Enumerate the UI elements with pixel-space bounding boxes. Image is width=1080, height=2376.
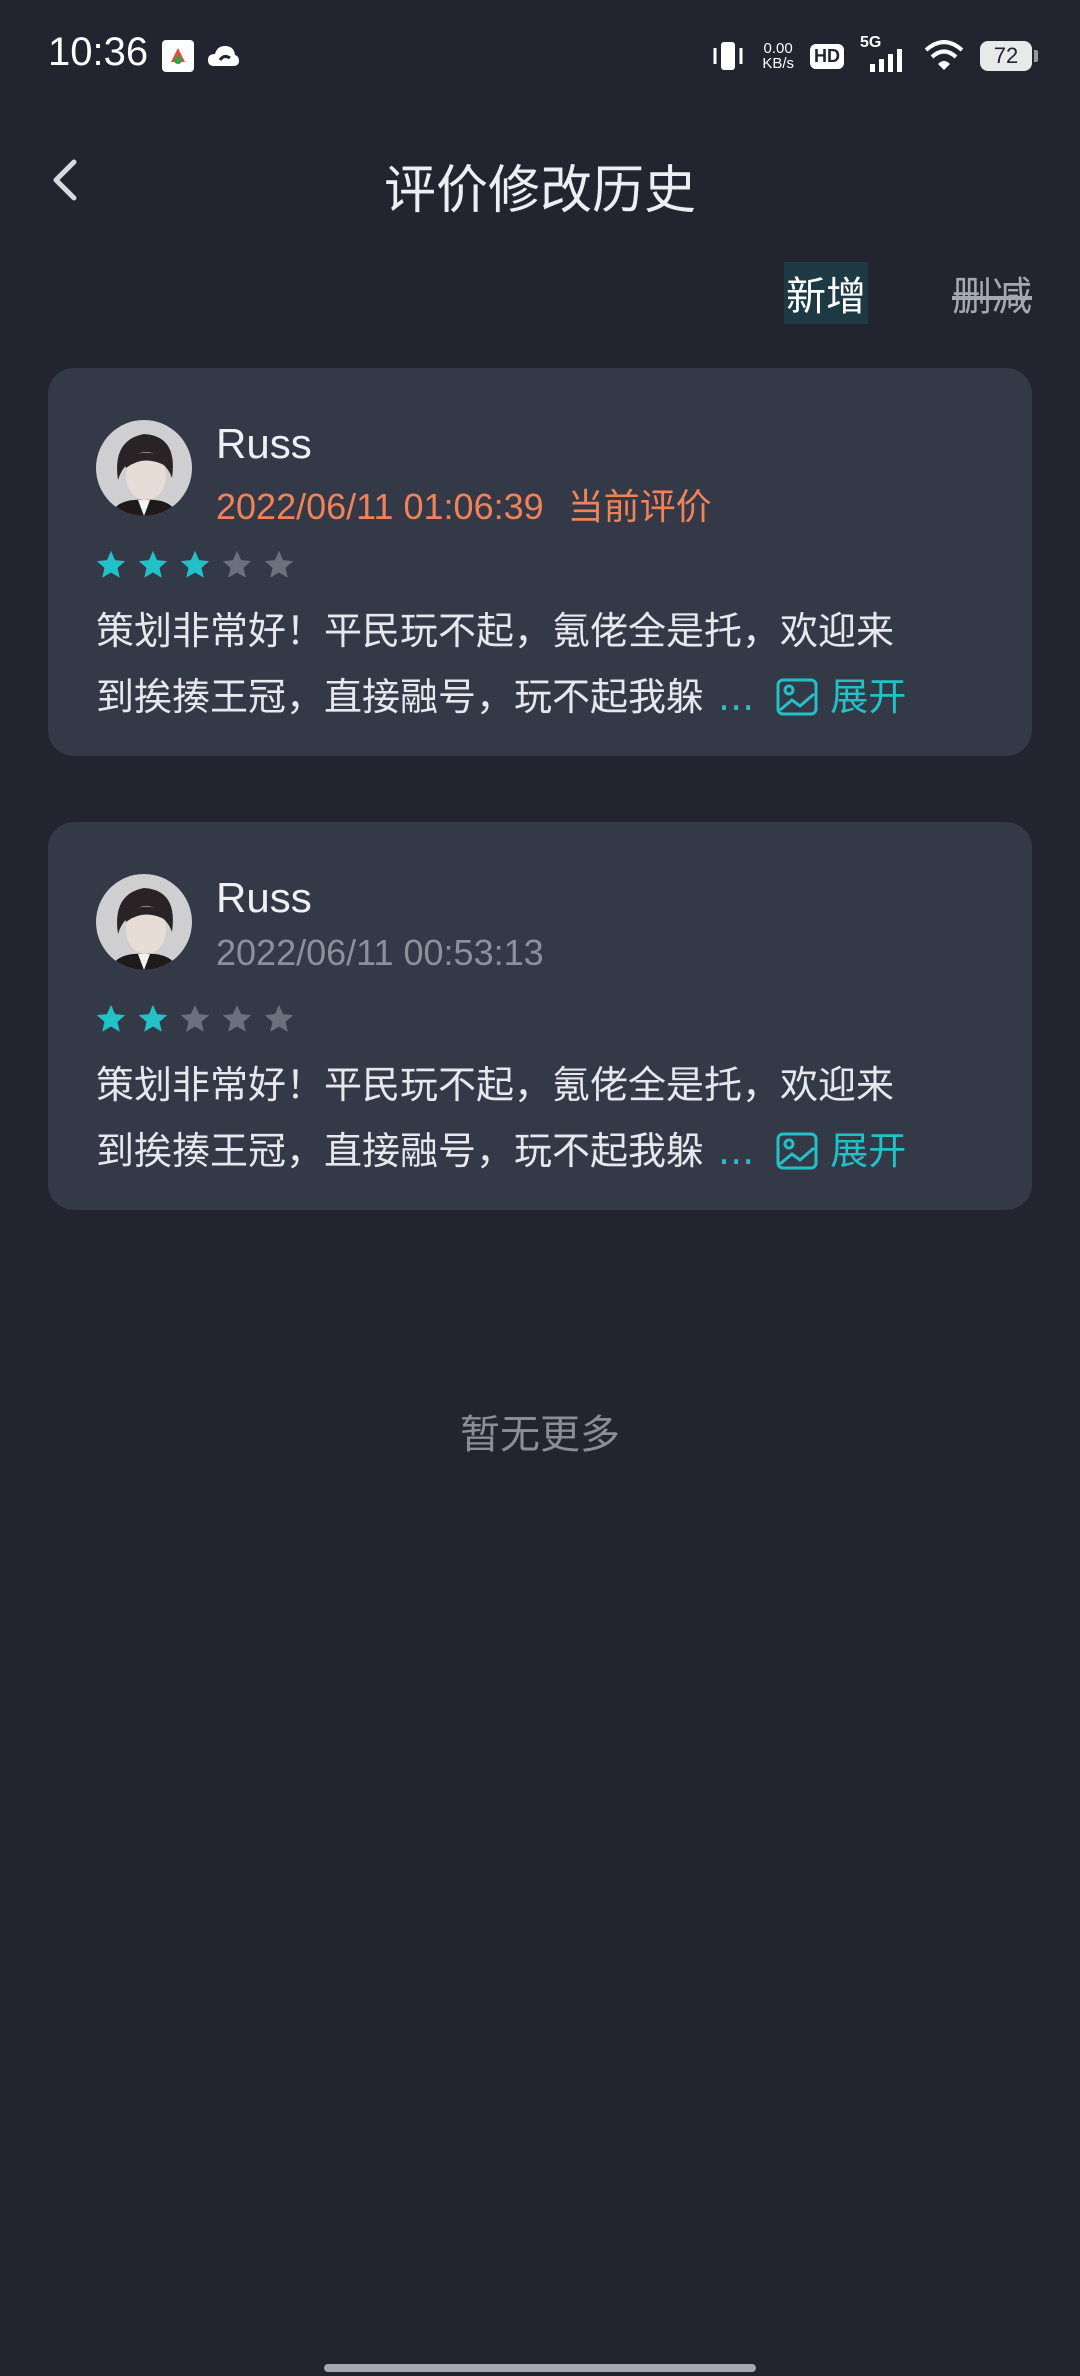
home-indicator[interactable] xyxy=(324,2364,756,2372)
ellipsis: ... xyxy=(718,1129,755,1173)
expand-button[interactable]: 展开 xyxy=(830,664,906,730)
review-time-row: 2022/06/11 01:06:39 当前评价 xyxy=(216,478,712,530)
status-icons: 0.00 KB/s HD 5G 72 xyxy=(710,34,1038,76)
header: 评价修改历史 xyxy=(0,130,1080,230)
current-review-tag: 当前评价 xyxy=(567,486,712,527)
star-rating xyxy=(94,1002,296,1036)
star-icon xyxy=(138,1004,168,1032)
wifi-icon xyxy=(924,40,964,70)
hd-badge: HD xyxy=(810,43,844,69)
star-icon xyxy=(180,1004,210,1032)
star-icon xyxy=(138,550,168,578)
no-more-text: 暂无更多 xyxy=(460,1412,620,1458)
image-icon[interactable] xyxy=(776,678,818,716)
status-time: 10:36 xyxy=(48,30,149,74)
cloud-icon xyxy=(206,40,239,72)
review-card: Russ 2022/06/11 00:53:13 策划非常好！平民玩不起，氪佬全… xyxy=(48,822,1032,1210)
app-notification-icon xyxy=(162,40,194,72)
star-icon xyxy=(96,1004,126,1032)
review-time: 2022/06/11 00:53:13 xyxy=(216,932,544,973)
filter-delete-button[interactable]: 删减 xyxy=(952,264,1032,322)
review-text-line-2: 到挨揍王冠，直接融号，玩不起我躲 xyxy=(96,1129,705,1173)
star-icon xyxy=(180,550,210,578)
net-speed-value: 0.00 xyxy=(763,40,793,57)
expand-button[interactable]: 展开 xyxy=(830,1118,906,1184)
ellipsis: ... xyxy=(718,675,755,719)
star-icon xyxy=(264,1004,294,1032)
page-title: 评价修改历史 xyxy=(383,161,696,221)
net-speed: 0.00 KB/s xyxy=(762,41,794,71)
status-bar: 10:36 0.00 KB/s HD 5G 72 xyxy=(0,0,1080,110)
review-text-line: 到挨揍王冠，直接融号，玩不起我躲 ... 展开 xyxy=(96,664,996,730)
filter-add-button[interactable]: 新增 xyxy=(784,262,868,324)
review-text-line: 到挨揍王冠，直接融号，玩不起我躲 ... 展开 xyxy=(96,1118,996,1184)
avatar[interactable] xyxy=(96,420,192,516)
cellular-signal-icon: 5G xyxy=(860,34,908,74)
star-icon xyxy=(96,550,126,578)
review-text-line: 策划非常好！平民玩不起，氪佬全是托，欢迎来 xyxy=(96,609,895,653)
net-speed-unit: KB/s xyxy=(762,55,794,72)
image-icon[interactable] xyxy=(776,1132,818,1170)
review-card: Russ 2022/06/11 01:06:39 当前评价 策划非常好！平民玩不起… xyxy=(48,368,1032,756)
review-time-row: 2022/06/11 00:53:13 xyxy=(216,932,544,974)
review-text-line-2: 到挨揍王冠，直接融号，玩不起我躲 xyxy=(96,675,705,719)
filter-options: 新增 删减 xyxy=(784,262,1032,324)
review-time: 2022/06/11 01:06:39 xyxy=(216,486,544,527)
review-text[interactable]: 策划非常好！平民玩不起，氪佬全是托，欢迎来 到挨揍王冠，直接融号，玩不起我躲 .… xyxy=(96,598,996,730)
review-text-line: 策划非常好！平民玩不起，氪佬全是托，欢迎来 xyxy=(96,1063,895,1107)
avatar[interactable] xyxy=(96,874,192,970)
user-name: Russ xyxy=(216,874,312,921)
vibrate-icon xyxy=(713,42,743,70)
star-icon xyxy=(222,1004,252,1032)
star-rating xyxy=(94,548,296,582)
star-icon xyxy=(222,550,252,578)
star-icon xyxy=(264,550,294,578)
user-name: Russ xyxy=(216,420,312,467)
review-text[interactable]: 策划非常好！平民玩不起，氪佬全是托，欢迎来 到挨揍王冠，直接融号，玩不起我躲 .… xyxy=(96,1052,996,1184)
battery-indicator: 72 xyxy=(980,41,1038,71)
